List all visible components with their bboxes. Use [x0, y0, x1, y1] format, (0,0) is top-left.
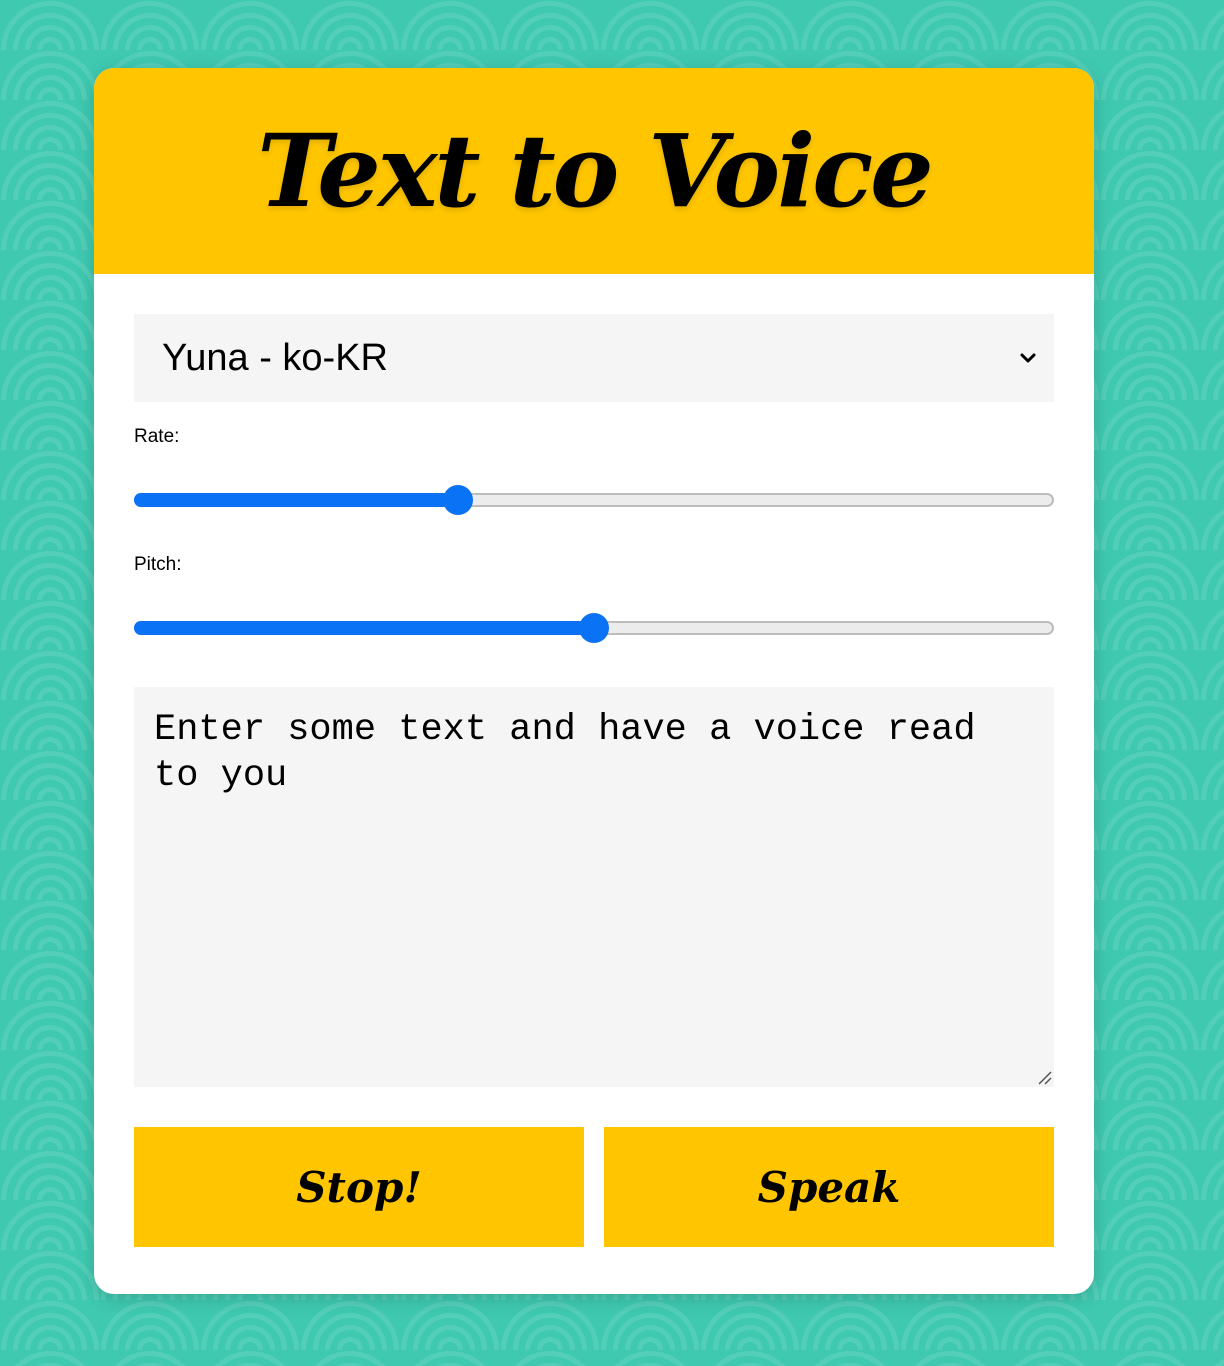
speak-button[interactable]: Speak: [604, 1127, 1054, 1247]
header: Text to Voice: [94, 68, 1094, 274]
stop-button[interactable]: Stop!: [134, 1127, 584, 1247]
rate-slider-fill: [134, 493, 458, 507]
text-to-voice-card: Text to Voice Yuna - ko-KR Rate: Pitch: …: [94, 68, 1094, 1294]
pitch-label: Pitch:: [134, 554, 182, 575]
pitch-slider-thumb[interactable]: [579, 613, 609, 643]
rate-slider-thumb[interactable]: [442, 485, 473, 515]
resize-handle-icon[interactable]: [1036, 1069, 1052, 1085]
rate-label: Rate:: [134, 426, 180, 447]
voice-select-value: Yuna - ko-KR: [162, 336, 388, 379]
page-title: Text to Voice: [257, 112, 933, 230]
form: Yuna - ko-KR Rate: Pitch: Enter some tex…: [94, 274, 1094, 1247]
chevron-down-icon: [1020, 353, 1036, 363]
text-input[interactable]: Enter some text and have a voice read to…: [134, 687, 1054, 1087]
pitch-slider[interactable]: [134, 613, 1054, 647]
rate-slider[interactable]: [134, 485, 1054, 519]
pitch-slider-fill: [134, 621, 594, 635]
button-row: Stop! Speak: [134, 1127, 1054, 1247]
text-input-placeholder: Enter some text and have a voice read to…: [154, 709, 976, 797]
voice-select[interactable]: Yuna - ko-KR: [134, 314, 1054, 402]
